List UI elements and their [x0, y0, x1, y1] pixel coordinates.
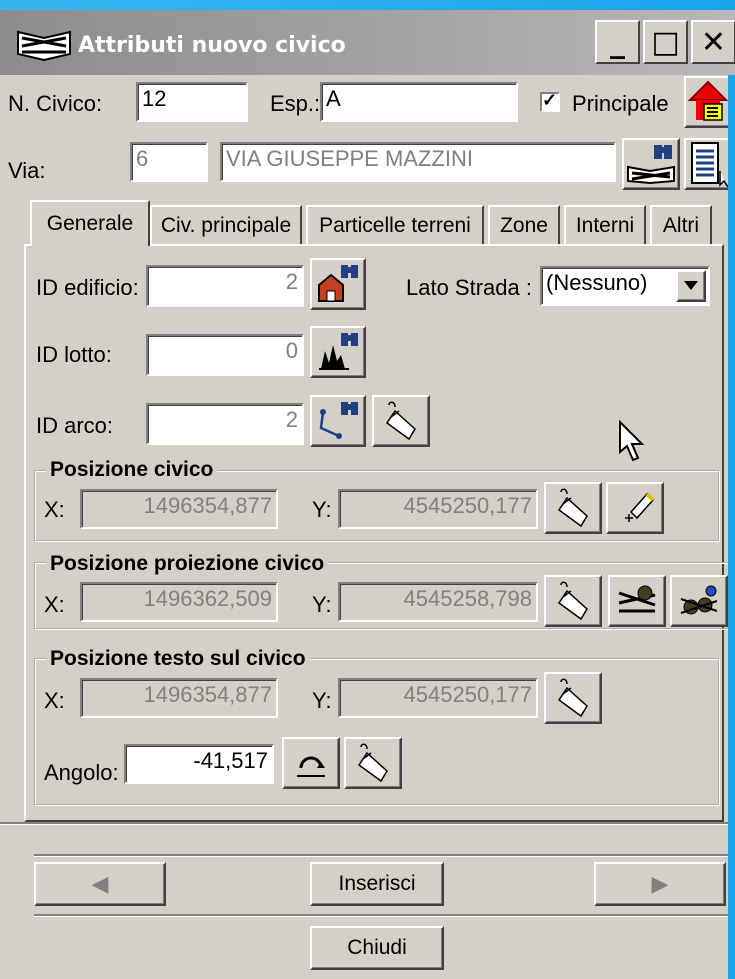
lato-strada-dropdown-button[interactable] — [676, 270, 706, 302]
mouse-icon — [557, 678, 588, 718]
esp-input[interactable]: A — [320, 82, 518, 122]
id-edificio-label: ID edificio: — [36, 275, 139, 300]
binoculars-house-icon — [318, 265, 358, 302]
tab-generale[interactable]: Generale — [30, 200, 150, 246]
pick-proiezione-mouse-button[interactable] — [544, 575, 602, 627]
n-civico-input[interactable]: 12 — [136, 82, 248, 122]
rotate-icon — [297, 756, 325, 777]
pick-arco-mouse-button[interactable] — [372, 395, 430, 447]
posizione-civico-x-field: 1496354,877 — [80, 489, 278, 529]
tab-civ-principale[interactable]: Civ. principale — [150, 205, 302, 245]
maximize-button[interactable]: □ — [643, 20, 688, 64]
app-icon — [14, 24, 74, 64]
minimize-icon: _ — [610, 24, 625, 60]
road-point-icon — [618, 585, 656, 613]
via-name-field: VIA GIUSEPPE MAZZINI — [220, 142, 616, 182]
posizione-proiezione-y-field: 4545258,798 — [338, 582, 538, 622]
angolo-label: Angolo: — [44, 760, 119, 785]
posizione-civico-title: Posizione civico — [46, 458, 218, 482]
right-arrow-icon: ▶ — [651, 871, 669, 896]
principale-checkbox[interactable]: ✓ — [540, 90, 560, 112]
maximize-icon: □ — [651, 24, 680, 60]
chiudi-label: Chiudi — [347, 936, 407, 959]
chiudi-button[interactable]: Chiudi — [310, 926, 444, 970]
top-strip — [0, 0, 735, 10]
n-civico-label: N. Civico: — [8, 91, 103, 116]
posizione-testo-title: Posizione testo sul civico — [46, 647, 310, 671]
close-icon: ✕ — [700, 24, 727, 60]
lato-strada-label: Lato Strada : — [406, 275, 532, 300]
mouse-icon — [357, 743, 388, 783]
previous-button[interactable]: ◀ — [34, 862, 166, 906]
esp-label: Esp.: — [270, 91, 321, 116]
pen-point-icon — [625, 492, 655, 522]
posizione-testo-y-label: Y: — [312, 688, 332, 713]
posizione-testo-x-field: 1496354,877 — [80, 678, 278, 718]
mouse-icon — [557, 488, 588, 528]
id-arco-field: 2 — [146, 403, 304, 445]
house-alert-icon — [688, 80, 728, 121]
posizione-proiezione-y-label: Y: — [312, 592, 332, 617]
rotate-button[interactable] — [282, 737, 340, 789]
house-alert-button[interactable] — [684, 76, 732, 128]
mouse-icon — [557, 581, 588, 621]
binoculars-arc-icon — [319, 402, 358, 439]
separator — [34, 854, 734, 857]
principale-label: Principale — [572, 91, 669, 116]
posizione-proiezione-title: Posizione proiezione civico — [46, 552, 329, 576]
pick-civico-mouse-button[interactable] — [544, 482, 602, 534]
left-arrow-icon: ◀ — [91, 871, 109, 896]
posizione-testo-y-field: 4545250,177 — [338, 678, 538, 718]
inserisci-button[interactable]: Inserisci — [310, 862, 444, 906]
id-arco-label: ID arco: — [36, 413, 114, 438]
road-point-button[interactable] — [608, 575, 666, 627]
close-button[interactable]: ✕ — [691, 20, 735, 64]
document-icon — [691, 142, 728, 187]
next-button[interactable]: ▶ — [594, 862, 726, 906]
tab-zone[interactable]: Zone — [488, 205, 560, 245]
check-icon: ✓ — [542, 90, 558, 110]
pick-angolo-mouse-button[interactable] — [344, 737, 402, 789]
posizione-civico-y-label: Y: — [312, 497, 332, 522]
search-road-button[interactable] — [622, 138, 680, 190]
id-lotto-field: 0 — [146, 334, 304, 376]
lato-strada-value: (Nessuno) — [546, 270, 648, 295]
mouse-icon — [385, 401, 416, 441]
separator — [34, 914, 734, 917]
separator — [0, 822, 735, 825]
search-lotto-button[interactable] — [310, 326, 366, 378]
via-code-field: 6 — [130, 142, 208, 182]
dialog-window: Attributi nuovo civico _ □ ✕ N. Civico: … — [0, 0, 735, 979]
posizione-proiezione-x-field: 1496362,509 — [80, 582, 278, 622]
id-lotto-label: ID lotto: — [36, 342, 112, 367]
search-arco-button[interactable] — [310, 395, 366, 447]
binoculars-lot-icon — [319, 333, 358, 370]
points-icon — [680, 585, 718, 615]
edit-point-button[interactable] — [606, 482, 664, 534]
binoculars-road-icon — [627, 145, 675, 185]
cursor-icon — [619, 420, 645, 462]
desktop-edge — [728, 75, 735, 979]
pick-testo-mouse-button[interactable] — [544, 672, 602, 724]
minimize-button[interactable]: _ — [595, 20, 640, 64]
window-title: Attributi nuovo civico — [78, 33, 346, 58]
tab-interni[interactable]: Interni — [564, 205, 646, 245]
angolo-input[interactable]: -41,517 — [124, 744, 274, 784]
points-button[interactable] — [670, 575, 728, 627]
posizione-civico-x-label: X: — [44, 497, 65, 522]
search-edificio-button[interactable] — [310, 258, 366, 310]
via-label: Via: — [8, 158, 46, 183]
chevron-down-icon — [684, 281, 698, 290]
tab-altri[interactable]: Altri — [650, 205, 712, 245]
id-edificio-field: 2 — [146, 265, 304, 307]
document-button[interactable] — [684, 138, 732, 190]
tab-particelle-terreni[interactable]: Particelle terreni — [306, 205, 484, 245]
inserisci-label: Inserisci — [338, 872, 416, 895]
posizione-civico-y-field: 4545250,177 — [338, 489, 538, 529]
posizione-testo-x-label: X: — [44, 688, 65, 713]
posizione-proiezione-x-label: X: — [44, 592, 65, 617]
